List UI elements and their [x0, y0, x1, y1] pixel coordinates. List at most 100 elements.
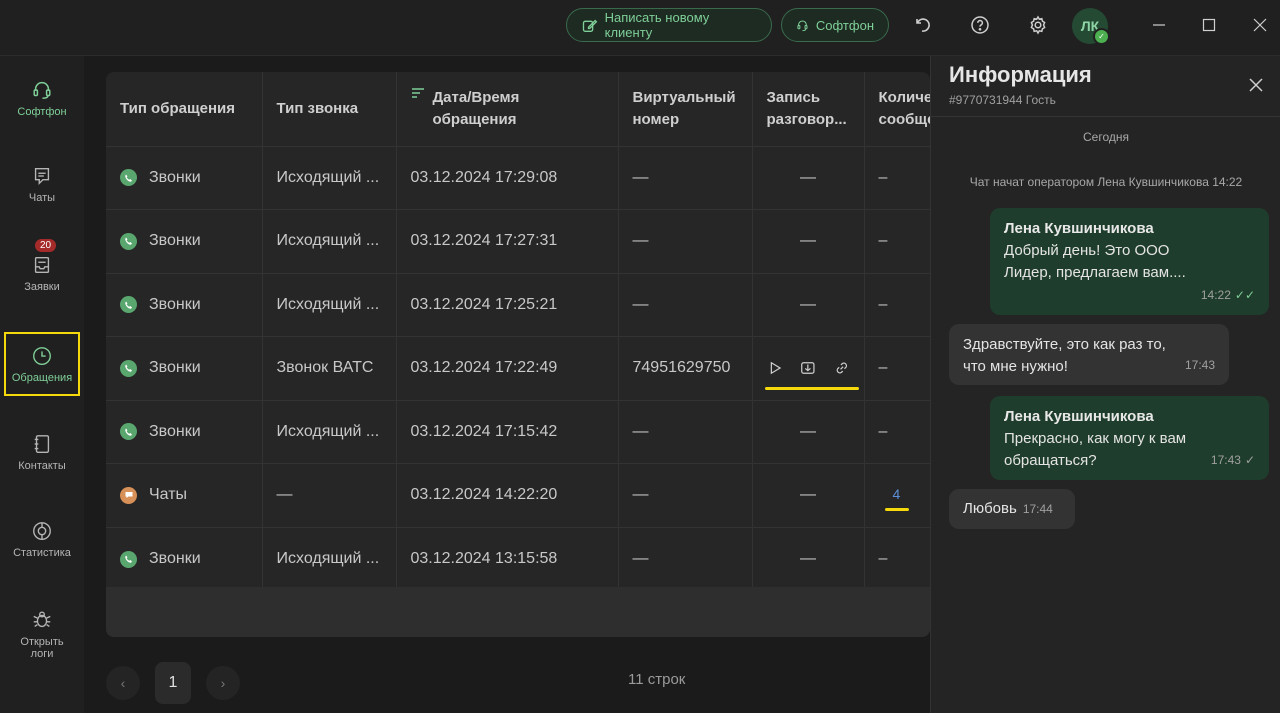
datetime-cell: 03.12.2024 17:15:42	[396, 399, 619, 464]
message-text: Добрый день! Это ООО Лидер, предлагаем в…	[1004, 242, 1186, 281]
undo-icon	[916, 18, 930, 32]
info-close-button[interactable]	[1245, 74, 1267, 96]
messages-count-cell: –	[864, 272, 930, 337]
play-icon[interactable]	[767, 359, 783, 377]
datetime-cell: 03.12.2024 17:25:21	[396, 272, 619, 337]
prev-page-button[interactable]: ‹	[106, 666, 140, 700]
messages-count-cell: –	[864, 336, 930, 400]
column-header-virtual-number[interactable]: Виртуальный номер	[618, 72, 753, 146]
messages-count-link[interactable]: 4	[893, 486, 901, 502]
bug-icon	[33, 611, 51, 627]
next-page-button[interactable]: ›	[206, 666, 240, 700]
sidebar-item-statistics[interactable]: Статистика	[4, 507, 80, 571]
sidebar-item-open-logs[interactable]: Открыть логи	[4, 600, 80, 668]
headset-icon	[797, 19, 808, 31]
appeal-type-label: Звонки	[149, 359, 201, 377]
table-row[interactable]: Звонки Исходящий ... 03.12.2024 13:15:58— —…	[106, 526, 930, 591]
virtual-number-cell: —	[618, 209, 753, 273]
sidebar-item-label: Чаты	[28, 191, 56, 204]
table-row[interactable]: Звонки Исходящий ... 03.12.2024 17:29:08— —…	[106, 145, 930, 210]
sidebar-item-softphone[interactable]: Софтфон	[4, 66, 80, 130]
contacts-book-icon	[34, 434, 50, 453]
table-row[interactable]: Звонки Звонок ВАТС 03.12.2024 17:22:49 7495…	[106, 336, 930, 400]
column-header-recording[interactable]: Запись разговор...	[752, 72, 865, 146]
minimize-icon	[1153, 24, 1165, 26]
softphone-button[interactable]: Софтфон	[781, 8, 889, 42]
call-type-cell: Звонок ВАТС	[262, 336, 397, 400]
main-content: Тип обращения Тип звонка Дата/Время обра…	[84, 56, 930, 713]
link-icon[interactable]	[834, 359, 850, 377]
edit-icon	[582, 19, 598, 32]
messages-count-cell: –	[864, 399, 930, 464]
sort-icon[interactable]	[411, 87, 425, 101]
message-text: Прекрасно, как могу к вам обращаться?	[1004, 430, 1187, 469]
message-text: Здравствуйте, это как раз то, что мне ну…	[963, 336, 1166, 375]
write-new-client-button[interactable]: Написать новому клиенту	[566, 8, 772, 42]
table-row[interactable]: Звонки Исходящий ... 03.12.2024 17:15:42— —…	[106, 399, 930, 464]
table-row[interactable]: Звонки Исходящий ... 03.12.2024 17:27:31— —…	[106, 209, 930, 273]
recording-cell: —	[752, 463, 865, 527]
download-icon[interactable]	[800, 359, 816, 377]
info-title: Информация	[949, 62, 1092, 87]
call-type-icon	[120, 232, 137, 250]
column-header-appeal-type[interactable]: Тип обращения	[106, 72, 263, 146]
message-outgoing: Лена Кувшинчикова Прекрасно, как могу к …	[990, 396, 1269, 480]
system-message: Чат начат оператором Лена Кувшинчикова 1…	[969, 175, 1243, 189]
appeal-type-label: Чаты	[149, 486, 188, 504]
sidebar-item-label: Статистика	[13, 546, 71, 559]
call-type-cell: Исходящий ...	[262, 526, 397, 591]
rows-count: 11 строк	[628, 671, 686, 688]
close-window-button[interactable]	[1249, 14, 1271, 36]
recording-cell: —	[752, 209, 865, 273]
sidebar-item-chats[interactable]: Чаты	[4, 152, 80, 216]
call-type-icon	[120, 423, 137, 441]
appeals-table-container: Тип обращения Тип звонка Дата/Время обра…	[106, 72, 930, 637]
user-avatar[interactable]: ЛК ✓	[1072, 8, 1110, 45]
chat-icon	[34, 167, 50, 185]
column-header-call-type[interactable]: Тип звонка	[262, 72, 397, 146]
table-row[interactable]: Звонки Исходящий ... 03.12.2024 17:25:21— —…	[106, 272, 930, 337]
call-type-cell: Исходящий ...	[262, 209, 397, 273]
appeal-type-label: Звонки	[149, 295, 201, 313]
sidebar-item-requests[interactable]: 20 Заявки	[4, 239, 80, 305]
column-header-messages-count[interactable]: Количество сообщений	[864, 72, 931, 146]
settings-button[interactable]	[1026, 13, 1050, 37]
table-row[interactable]: Чаты —03.12.2024 14:22:20— —4	[106, 463, 930, 527]
appeal-type-cell: Звонки	[106, 272, 263, 337]
messages-count-cell: 4	[864, 463, 930, 527]
online-check-icon: ✓	[1093, 28, 1110, 45]
appeal-type-cell: Чаты	[106, 463, 263, 527]
minimize-button[interactable]	[1148, 14, 1170, 36]
check-icon: ✓	[1244, 453, 1255, 467]
sidebar-item-appeals[interactable]: Обращения	[4, 332, 80, 396]
info-subtitle: #9770731944 Гость	[949, 93, 1056, 107]
sidebar-item-label: Открыть логи	[20, 635, 64, 660]
info-panel: Информация #9770731944 Гость Сегодня Чат…	[930, 56, 1280, 713]
requests-badge: 20	[35, 239, 57, 252]
message-incoming: Здравствуйте, это как раз то, что мне ну…	[949, 324, 1229, 385]
day-separator: Сегодня	[1083, 130, 1129, 144]
chevron-left-icon: ‹	[120, 675, 126, 691]
phone-icon	[124, 428, 132, 436]
message-author: Лена Кувшинчикова	[1004, 408, 1154, 425]
column-header-datetime[interactable]: Дата/Время обращения	[396, 72, 619, 146]
recording-cell: —	[752, 399, 865, 464]
clock-icon	[33, 346, 51, 365]
maximize-button[interactable]	[1198, 14, 1220, 36]
call-type-icon	[120, 550, 137, 568]
phone-icon	[124, 555, 132, 563]
gear-icon	[1030, 15, 1046, 35]
datetime-cell: 03.12.2024 17:29:08	[396, 145, 619, 210]
call-type-icon	[120, 169, 137, 187]
appeal-type-cell: Звонки	[106, 526, 263, 591]
page-number-current[interactable]: 1	[155, 662, 191, 704]
message-author: Лена Кувшинчикова	[1004, 220, 1154, 237]
appeals-table: Тип обращения Тип звонка Дата/Время обра…	[106, 72, 930, 591]
appeal-type-label: Звонки	[149, 232, 201, 250]
highlight-underline	[764, 387, 859, 391]
sidebar-item-contacts[interactable]: Контакты	[4, 420, 80, 484]
help-button[interactable]	[968, 13, 992, 37]
recording-cell	[752, 336, 865, 400]
message-text: Любовь	[963, 500, 1017, 517]
refresh-button[interactable]	[910, 13, 934, 37]
